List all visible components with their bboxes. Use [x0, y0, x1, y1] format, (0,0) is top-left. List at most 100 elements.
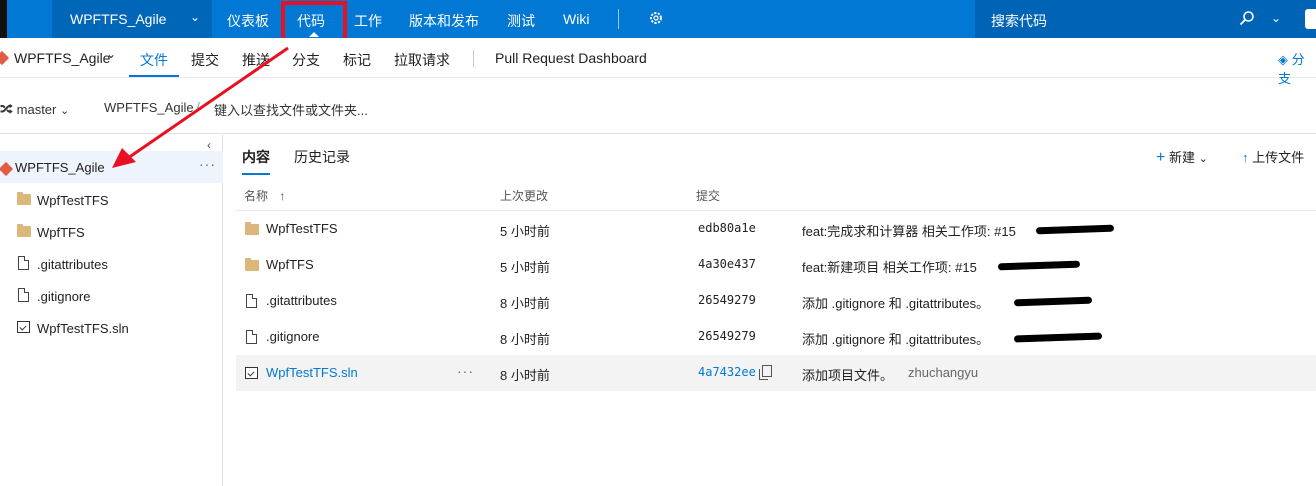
gear-icon[interactable]: [648, 10, 664, 26]
commit-hash[interactable]: 26549279: [698, 293, 756, 307]
nav-work[interactable]: 工作: [354, 11, 382, 31]
chevron-down-icon: ⌄: [190, 10, 201, 24]
commit-hash[interactable]: 4a30e437: [698, 257, 756, 271]
git-repo-icon: [0, 50, 10, 66]
upload-icon: ↑: [1242, 150, 1249, 165]
copy-icon[interactable]: [759, 365, 772, 380]
branch-name: master: [16, 102, 57, 117]
tab-tags[interactable]: 标记: [343, 50, 371, 70]
app-logo[interactable]: [0, 0, 7, 38]
project-name: WPFTFS_Agile: [70, 11, 167, 27]
chevron-down-icon: ⌄: [1198, 153, 1208, 165]
tab-pull-requests[interactable]: 拉取请求: [394, 50, 450, 70]
last-changed: 8 小时前: [500, 368, 550, 383]
nav-test[interactable]: 测试: [507, 11, 535, 31]
folder-icon: [17, 192, 31, 205]
nav-dashboard[interactable]: 仪表板: [227, 11, 269, 31]
solution-icon: [245, 367, 258, 379]
search-input[interactable]: 搜索代码: [991, 11, 1047, 31]
table-row[interactable]: WpfTFS 5 小时前 4a30e437 feat:新建项目 相关工作项: #…: [236, 247, 1316, 283]
upload-button[interactable]: ↑ 上传文件: [1242, 147, 1304, 166]
tab-history[interactable]: 历史记录: [294, 147, 350, 167]
sort-ascending-icon: ↑: [279, 189, 286, 203]
file-tree: ‹ WPFTFS_Agile ··· WpfTestTFS WpfTFS .gi…: [0, 135, 223, 486]
nav-build-release[interactable]: 版本和发布: [409, 11, 479, 31]
file-icon: [18, 256, 29, 270]
breadcrumb-separator: /: [196, 99, 200, 115]
tab-commits[interactable]: 提交: [191, 50, 219, 70]
file-name: .gitignore: [266, 329, 320, 344]
branch-selector[interactable]: 🔀︎ master ⌄: [0, 100, 69, 119]
tree-item-label: WpfTestTFS: [37, 193, 109, 208]
commit-hash[interactable]: 4a7432ee: [698, 365, 756, 379]
table-row[interactable]: .gitattributes 8 小时前 26549279 添加 .gitign…: [236, 283, 1316, 319]
tree-root-label: WPFTFS_Agile: [15, 160, 105, 175]
repo-name: WPFTFS_Agile: [14, 50, 111, 66]
chevron-left-icon[interactable]: ‹: [207, 138, 211, 152]
active-tab-underline: [129, 75, 179, 77]
new-button[interactable]: + 新建 ⌄: [1156, 147, 1208, 167]
tab-pushes[interactable]: 推送: [242, 50, 270, 70]
commit-message: 添加 .gitignore 和 .gitattributes。: [802, 332, 990, 347]
tree-item-label: .gitignore: [37, 289, 91, 304]
active-indicator: [309, 32, 319, 37]
folder-icon: [245, 222, 259, 235]
redaction-scribble: [1013, 332, 1103, 343]
tab-pr-dashboard[interactable]: Pull Request Dashboard: [495, 50, 647, 66]
commit-message: 添加 .gitignore 和 .gitattributes。: [802, 296, 990, 311]
file-icon: [18, 288, 29, 302]
commit-message: 添加项目文件。: [802, 368, 894, 383]
folder-icon: [17, 224, 31, 237]
more-icon[interactable]: ···: [199, 156, 216, 172]
code-hub-bar: WPFTFS_Agile ⌄ 文件 提交 推送 分支 标记 拉取请求 Pull …: [0, 38, 1316, 86]
column-header-changed[interactable]: 上次更改: [500, 187, 548, 204]
file-name: WpfTestTFS.sln: [266, 365, 358, 380]
nav-divider: [618, 9, 619, 29]
active-tab-underline: [242, 173, 270, 175]
commit-message: feat:完成求和计算器 相关工作项: #15: [802, 224, 1016, 239]
tab-files[interactable]: 文件: [140, 50, 168, 70]
table-row[interactable]: WpfTestTFS 5 小时前 edb80a1e feat:完成求和计算器 相…: [236, 211, 1316, 247]
search-icon[interactable]: [1239, 10, 1255, 26]
last-changed: 8 小时前: [500, 296, 550, 311]
nav-wiki[interactable]: Wiki: [563, 11, 589, 27]
folder-icon: [245, 258, 259, 271]
commit-hash[interactable]: edb80a1e: [698, 221, 756, 235]
more-icon[interactable]: ···: [457, 363, 474, 379]
file-name: WpfTestTFS: [266, 221, 338, 236]
branch-icon: 🔀︎: [0, 102, 14, 117]
column-header-label: 名称: [244, 189, 269, 203]
commit-message: feat:新建项目 相关工作项: #15: [802, 260, 977, 275]
plus-icon: +: [1156, 149, 1166, 166]
tree-item-label: WpfTFS: [37, 225, 85, 240]
redaction-scribble: [1013, 296, 1093, 307]
path-search-input[interactable]: 键入以查找文件或文件夹...: [214, 100, 368, 119]
path-bar: 🔀︎ master ⌄ WPFTFS_Agile / 键入以查找文件或文件夹..…: [0, 78, 1316, 134]
project-selector[interactable]: WPFTFS_Agile ⌄: [52, 0, 212, 38]
tab-divider: [473, 50, 474, 67]
tab-branches[interactable]: 分支: [292, 50, 320, 70]
file-icon: [246, 330, 257, 344]
redaction-scribble: [1035, 224, 1115, 235]
file-list-panel: 内容 历史记录 + 新建 ⌄ ↑ 上传文件 名称 ↑ 上次更改 提交 WpfTe…: [224, 135, 1316, 486]
column-header-name[interactable]: 名称 ↑: [244, 187, 285, 204]
tree-item-label: WpfTestTFS.sln: [37, 321, 129, 336]
upload-label: 上传文件: [1252, 150, 1305, 165]
redaction-scribble: [997, 260, 1081, 271]
solution-icon: [17, 321, 30, 333]
table-row[interactable]: WpfTestTFS.sln ··· 8 小时前 4a7432ee 添加项目文件…: [236, 355, 1316, 391]
commit-hash[interactable]: 26549279: [698, 329, 756, 343]
chevron-down-icon: ⌄: [60, 105, 70, 117]
table-row[interactable]: .gitignore 8 小时前 26549279 添加 .gitignore …: [236, 319, 1316, 355]
search-box[interactable]: 搜索代码 ⌄: [975, 0, 1316, 38]
chevron-down-icon[interactable]: ⌄: [1271, 11, 1281, 25]
tab-contents[interactable]: 内容: [242, 147, 270, 167]
breadcrumb-repo[interactable]: WPFTFS_Agile: [104, 100, 194, 115]
git-repo-icon: [0, 161, 14, 177]
file-name: WpfTFS: [266, 257, 314, 272]
file-icon: [246, 294, 257, 308]
column-header-commit[interactable]: 提交: [696, 187, 720, 204]
user-icon[interactable]: [1305, 9, 1316, 29]
branch-icon: ◈: [1278, 52, 1288, 67]
tree-root[interactable]: WPFTFS_Agile ···: [0, 151, 223, 183]
